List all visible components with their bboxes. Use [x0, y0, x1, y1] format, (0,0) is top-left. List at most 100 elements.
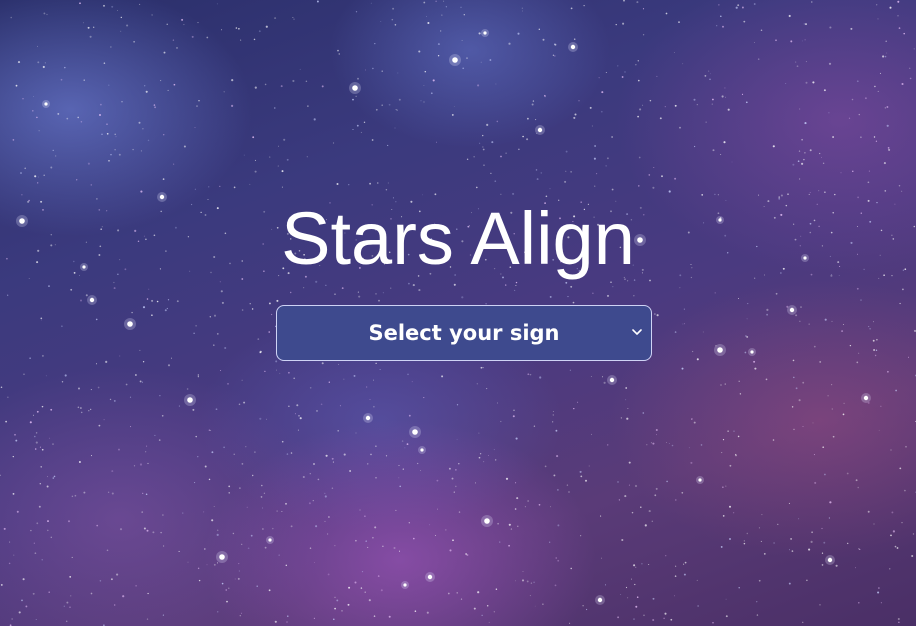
star — [500, 155, 502, 158]
star — [656, 314, 659, 317]
star — [627, 597, 629, 599]
star — [426, 611, 429, 614]
star — [598, 77, 600, 79]
star — [119, 528, 123, 531]
star — [387, 182, 389, 184]
star — [96, 524, 99, 527]
star — [908, 356, 909, 358]
star — [324, 520, 326, 522]
star — [682, 323, 684, 325]
star — [618, 499, 621, 501]
star — [720, 384, 722, 386]
star — [281, 186, 283, 188]
star — [606, 294, 610, 297]
star — [97, 386, 100, 389]
bright-star — [187, 397, 193, 403]
star — [655, 428, 658, 432]
star — [673, 51, 675, 53]
star — [565, 170, 567, 172]
star — [146, 298, 149, 300]
star — [795, 61, 797, 63]
star — [709, 78, 711, 81]
star — [394, 24, 397, 26]
star — [538, 28, 540, 30]
star — [648, 174, 651, 176]
star — [488, 621, 490, 623]
bright-star — [412, 429, 418, 435]
star — [625, 586, 628, 589]
star — [542, 603, 544, 605]
star — [679, 287, 681, 289]
star — [488, 455, 489, 456]
star — [357, 77, 359, 80]
star — [465, 553, 467, 555]
star — [354, 581, 357, 584]
star — [549, 188, 551, 190]
star — [594, 185, 596, 187]
star — [309, 473, 311, 475]
star — [842, 323, 845, 326]
star — [810, 540, 813, 543]
star — [374, 42, 376, 45]
star — [239, 487, 241, 489]
star — [336, 599, 339, 602]
star — [605, 72, 607, 73]
star — [11, 618, 13, 620]
star — [831, 384, 833, 386]
star — [228, 485, 231, 488]
star — [114, 604, 116, 606]
star — [522, 135, 524, 138]
star — [872, 339, 875, 342]
star — [299, 68, 301, 70]
star — [696, 579, 698, 581]
star — [388, 615, 391, 618]
star — [555, 557, 557, 559]
star — [808, 193, 810, 195]
star — [663, 617, 665, 620]
star — [219, 185, 221, 188]
star — [225, 589, 227, 591]
star — [237, 577, 240, 580]
star — [603, 381, 606, 384]
star — [671, 444, 674, 447]
star — [408, 282, 410, 285]
star — [241, 309, 244, 311]
star — [691, 418, 693, 420]
star — [256, 585, 258, 588]
star — [334, 293, 336, 296]
star — [160, 80, 162, 82]
star — [445, 529, 447, 531]
star — [721, 452, 723, 454]
bright-star — [452, 57, 458, 63]
star — [334, 596, 336, 598]
star — [688, 447, 690, 449]
star — [356, 124, 359, 127]
star — [636, 596, 639, 598]
star — [369, 399, 371, 400]
star — [460, 598, 463, 600]
star — [349, 470, 351, 472]
star — [437, 55, 440, 57]
star — [41, 405, 44, 408]
star — [146, 445, 148, 447]
star — [395, 509, 397, 511]
star — [753, 3, 756, 5]
star — [805, 61, 807, 63]
star — [508, 544, 510, 547]
star — [120, 16, 123, 19]
star — [874, 354, 877, 357]
star — [265, 25, 268, 28]
star — [274, 107, 276, 109]
star — [40, 317, 43, 320]
sign-select[interactable]: Select your sign — [276, 305, 652, 361]
star — [832, 136, 835, 138]
star — [360, 131, 362, 134]
bright-star — [789, 307, 795, 313]
star — [355, 11, 358, 13]
star — [80, 299, 82, 302]
star — [690, 461, 693, 464]
star — [544, 465, 547, 468]
star — [140, 190, 143, 193]
star — [493, 449, 495, 451]
star — [176, 46, 178, 49]
